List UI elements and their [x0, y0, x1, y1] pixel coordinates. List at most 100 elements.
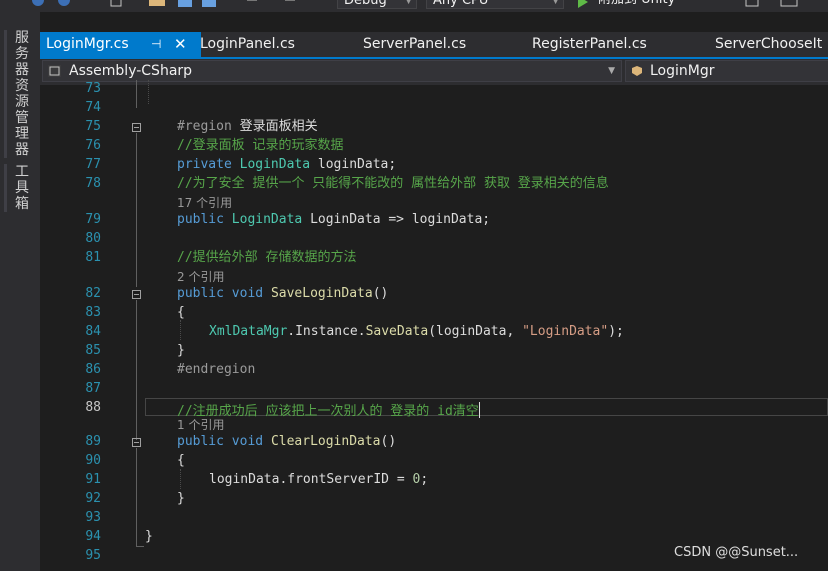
platform-value: Any CPU: [433, 0, 489, 8]
code-line-75: #region 登录面板相关: [177, 118, 318, 136]
identifier: loginData: [317, 157, 389, 172]
arguments: (loginData,: [428, 324, 523, 339]
outline-line: [136, 80, 137, 108]
line-number: 89: [85, 434, 101, 449]
new-item-icon[interactable]: [108, 0, 124, 8]
configuration-dropdown[interactable]: Debug ▼: [337, 0, 417, 9]
code-line-79: public LoginData LoginData => loginData;: [177, 211, 490, 229]
keyword: public: [177, 434, 224, 449]
code-line-76: //登录面板 记录的玩家数据: [177, 138, 344, 153]
code-editor[interactable]: 73 74 75 76 77 78 79 80 81 82 83 84 85 8…: [40, 80, 828, 571]
class-dropdown[interactable]: LoginMgr: [625, 60, 828, 82]
property-declaration: LoginData => loginData;: [310, 212, 491, 227]
code-line-92: }: [177, 491, 185, 506]
close-icon[interactable]: ✕: [174, 32, 187, 57]
line-number: 93: [85, 510, 101, 525]
tab-registerpanel[interactable]: RegisterPanel.cs: [532, 32, 647, 57]
type-name: LoginData: [231, 212, 303, 227]
dropdown-arrow-icon: ▼: [608, 66, 615, 76]
code-line-90: {: [177, 453, 185, 468]
tab-serverchoose[interactable]: ServerChooseIt: [715, 32, 822, 57]
toolbar: Debug ▼ Any CPU ▼ 附加到 Unity: [0, 0, 828, 12]
redo-icon[interactable]: [282, 0, 298, 8]
pin-icon[interactable]: ⊣: [151, 32, 161, 57]
attach-to-unity-button[interactable]: 附加到 Unity: [598, 0, 675, 9]
line-number: 83: [85, 305, 101, 320]
keyword: void: [231, 286, 264, 301]
code-line-78: //为了安全 提供一个 只能得不能改的 属性给外部 获取 登录相关的信息: [177, 176, 609, 191]
play-icon[interactable]: [577, 0, 589, 10]
code-line-91: loginData.frontServerID = 0;: [209, 471, 428, 489]
line-number: 87: [85, 381, 101, 396]
collapse-method-icon[interactable]: [132, 290, 141, 299]
indent-guide: [180, 469, 181, 489]
punctuation: ;: [420, 472, 429, 487]
line-number: 84: [85, 324, 101, 339]
text-caret: [478, 402, 480, 418]
dropdown-arrow-icon: ▼: [405, 0, 412, 6]
document-tab-bar: LoginMgr.cs ⊣ ✕ LoginPanel.cs ServerPane…: [40, 32, 828, 59]
member-access: .Instance.: [287, 324, 366, 339]
csharp-project-icon: [48, 65, 61, 77]
keyword: public: [177, 212, 224, 227]
line-number: 80: [85, 231, 101, 246]
tab-serverpanel[interactable]: ServerPanel.cs: [363, 32, 466, 57]
line-number: 74: [85, 100, 101, 115]
code-line-89: public void ClearLoginData(): [177, 433, 396, 451]
platform-dropdown[interactable]: Any CPU ▼: [426, 0, 564, 9]
keyword: void: [231, 434, 264, 449]
code-line-84: XmlDataMgr.Instance.SaveData(loginData, …: [209, 323, 624, 341]
toolbox-tab[interactable]: 工具箱: [4, 164, 34, 212]
codelens-references[interactable]: 2 个引用: [177, 269, 224, 285]
type-name: LoginData: [239, 157, 311, 172]
collapse-method-icon[interactable]: [132, 438, 141, 447]
line-number: 85: [85, 343, 101, 358]
code-line-86: #endregion: [177, 362, 256, 377]
assignment: loginData.frontServerID =: [209, 472, 413, 487]
line-number: 78: [85, 176, 101, 191]
forward-icon[interactable]: [56, 0, 72, 8]
line-number: 95: [85, 548, 101, 563]
tab-loginpanel[interactable]: LoginPanel.cs: [200, 32, 295, 57]
open-folder-icon[interactable]: [148, 0, 166, 8]
watermark: CSDN @@Sunset...: [674, 545, 799, 560]
left-tool-strip: 服务器资源管理器 工具箱: [0, 12, 40, 571]
tab-label: LoginMgr.cs: [46, 36, 129, 52]
tab-loginmgr[interactable]: LoginMgr.cs ⊣ ✕: [40, 32, 201, 57]
region-directive: #region: [177, 119, 232, 134]
line-number: 86: [85, 362, 101, 377]
collapse-region-icon[interactable]: [132, 123, 141, 132]
indent-guide: [148, 80, 149, 104]
line-number: 77: [85, 157, 101, 172]
line-number: 90: [85, 453, 101, 468]
dropdown-arrow-icon: ▼: [552, 0, 559, 6]
project-name: Assembly-CSharp: [69, 63, 193, 79]
line-number: 75: [85, 119, 101, 134]
save-icon[interactable]: [177, 0, 193, 8]
code-line-85: }: [177, 343, 185, 358]
codelens-references[interactable]: 1 个引用: [177, 417, 224, 433]
undo-icon[interactable]: [244, 0, 260, 8]
project-dropdown[interactable]: Assembly-CSharp ▼: [42, 60, 622, 82]
code-line-77: private LoginData loginData;: [177, 157, 397, 172]
layout-icon[interactable]: [780, 0, 798, 8]
keyword: public: [177, 286, 224, 301]
keyword: private: [177, 157, 232, 172]
line-number: 73: [85, 81, 101, 96]
line-number: 92: [85, 491, 101, 506]
codelens-references[interactable]: 17 个引用: [177, 195, 232, 211]
punctuation: (): [380, 434, 397, 449]
server-explorer-tab[interactable]: 服务器资源管理器: [4, 30, 34, 158]
code-line-83: {: [177, 305, 185, 320]
code-line-81: //提供给外部 存储数据的方法: [177, 250, 357, 265]
solution-icon[interactable]: [744, 0, 760, 8]
save-all-icon[interactable]: [201, 0, 217, 8]
line-number: 79: [85, 212, 101, 227]
outline-end: [136, 546, 144, 547]
punctuation: (): [372, 286, 389, 301]
region-title: 登录面板相关: [231, 119, 318, 134]
method-name: SaveLoginData: [270, 286, 373, 301]
back-icon[interactable]: [30, 0, 46, 8]
configuration-value: Debug: [344, 0, 387, 8]
outline-line: [136, 448, 137, 547]
